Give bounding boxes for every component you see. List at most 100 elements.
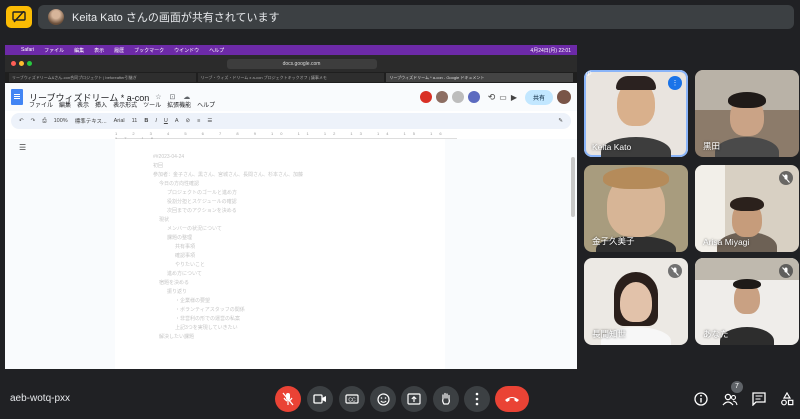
more-vert-icon [475, 392, 479, 406]
bold-icon: B [144, 118, 149, 124]
presenting-banner: Keita Kato さんの画面が共有されています [38, 5, 794, 29]
participant-hair [603, 167, 669, 189]
participant-tile[interactable]: あなた [695, 258, 799, 345]
list-icon: ☰ [207, 118, 213, 124]
participant-hair [730, 197, 764, 211]
captions-button[interactable]: CC [339, 386, 365, 412]
doc-line: 役割分担とスケジュールの確認 [167, 199, 237, 205]
doc-line: プロジェクトのゴールと進め方 [167, 190, 238, 196]
camera-toggle-button[interactable] [307, 386, 333, 412]
doc-line: 確認事項 [175, 253, 196, 259]
doc-menu-item: 拡張機能 [167, 103, 192, 109]
collaborator-avatar [451, 91, 464, 103]
doc-menu-item: 編集 [59, 103, 72, 109]
captions-icon: CC [345, 394, 359, 404]
camera-icon [313, 394, 326, 404]
mac-menu-item: ヘルプ [209, 47, 225, 54]
doc-line: 次回までのアクションを決める [167, 208, 237, 214]
align-icon: ≡ [197, 118, 201, 124]
url-bar: docs.google.com [226, 58, 377, 69]
doc-share-button: 共有 [524, 89, 553, 105]
mac-clock: 4月24日(月) 22:01 [530, 47, 571, 54]
doc-line: 進め方について [167, 271, 202, 277]
doc-scrollbar [571, 157, 575, 217]
participant-hair [728, 92, 766, 108]
zoom-select: 100% [53, 118, 68, 124]
comment-icon: ▭ [499, 92, 507, 102]
style-select: 標準テキス... [74, 119, 107, 125]
mac-menu-item: ブックマーク [134, 47, 165, 54]
activities-button[interactable] [778, 390, 796, 408]
mac-menu-item: 表示 [94, 47, 105, 54]
docs-header: リーブウィズドリーム * a-con ☆ ⊡ ☁ ファイル 編集 表示 挿入 表… [5, 83, 577, 111]
close-dot [11, 61, 16, 66]
shared-screen: Safari ファイル 編集 表示 履歴 ブックマーク ウインドウ ヘルプ 4月… [5, 45, 577, 369]
participant-name: 長間知世 [592, 329, 627, 339]
participant-tile[interactable]: 黒田 [695, 70, 799, 157]
docs-logo-icon [11, 89, 23, 105]
hand-icon [442, 392, 450, 405]
browser-tab: リーブウィズドリーム&さん-con合同プロジェクト | beforeafter引… [9, 73, 196, 82]
collaborator-avatar [419, 91, 432, 103]
participant-tile[interactable]: 金子久美子 [584, 165, 688, 252]
svg-text:CC: CC [348, 397, 356, 403]
participant-face-front [620, 282, 652, 322]
doc-line: 参加者：金子さん、黒さん、宮城さん、長間さん、杉本さん、加藤 [153, 172, 304, 178]
minimize-dot [19, 61, 24, 66]
docs-toolbar: ↶ ↷ ⎙ 100% 標準テキス... Arial 11 B I U A ⊘ ≡… [11, 113, 571, 129]
history-icon: ⟲ [487, 91, 496, 102]
browser-tab: リーブ・ウィズ・ドリーム x a-con プロジェクトキックオフ | 議事メモ [197, 73, 385, 82]
reactions-button[interactable] [370, 386, 396, 412]
doc-line: 振り返り [167, 289, 188, 295]
doc-line: 共有事項 [175, 244, 196, 250]
doc-line: 今日の方向性確認 [159, 181, 200, 187]
doc-line: ・企業様の要望 [175, 298, 211, 304]
doc-line: やりたいこと [175, 262, 206, 268]
italic-icon: I [155, 118, 157, 124]
doc-menu-item: 表示 [77, 103, 90, 109]
raise-hand-button[interactable] [433, 386, 459, 412]
mac-menu-item: ファイル [44, 47, 65, 54]
hang-up-icon [505, 397, 519, 402]
present-screen-icon [407, 393, 421, 405]
meeting-code: aeb-wotq-pxx [10, 393, 71, 404]
participant-tile[interactable]: tP ⋮ Keita Kato [584, 70, 688, 157]
doc-line: 解決したい課題 [159, 334, 195, 340]
text-color-icon: A [174, 118, 179, 124]
zoom-dot [27, 61, 32, 66]
participant-name: Arisa Miyagi [703, 237, 750, 247]
activities-icon [781, 392, 794, 406]
doc-header-right: ⟲ ▭ ▶ 共有 [419, 89, 571, 105]
doc-menu-item: ヘルプ [197, 103, 216, 109]
underline-icon: U [163, 118, 168, 124]
doc-line: メンバーの状況について [167, 226, 222, 232]
doc-menu: ファイル 編集 表示 挿入 表示形式 ツール 拡張機能 ヘルプ [29, 100, 215, 109]
mac-menu-item: 編集 [74, 47, 85, 54]
participant-name: 金子久美子 [592, 236, 635, 246]
presenter-avatar [48, 9, 64, 25]
mac-menubar: Safari ファイル 編集 表示 履歴 ブックマーク ウインドウ ヘルプ 4月… [5, 45, 577, 55]
chat-button[interactable] [750, 390, 768, 408]
doc-menu-item: 表示形式 [113, 103, 138, 109]
more-options-button[interactable] [464, 386, 490, 412]
font-select: Arial [113, 118, 125, 124]
people-button[interactable] [721, 390, 739, 408]
participant-tile[interactable]: 長間知世 [584, 258, 688, 345]
leave-call-button[interactable] [495, 386, 529, 412]
meeting-info-button[interactable] [692, 390, 710, 408]
mic-off-icon [282, 392, 294, 406]
present-button[interactable] [401, 386, 427, 412]
mic-toggle-button[interactable] [275, 386, 301, 412]
doc-menu-item: 挿入 [95, 103, 108, 109]
ruler: 1 2 3 4 5 6 7 8 9 10 11 12 13 14 15 16 1… [115, 131, 457, 141]
participant-name: 黒田 [703, 141, 721, 151]
doc-menu-item: ファイル [29, 103, 54, 109]
docs-body: ☰ ##2023-04-24 初回 参加者：金子さん、黒さん、宮城さん、長間さん、杉… [5, 139, 577, 369]
participant-tile[interactable]: Arisa Miyagi [695, 165, 799, 252]
presenting-icon[interactable] [6, 6, 32, 28]
undo-icon: ↶ [19, 118, 24, 124]
participant-name: あなた [703, 329, 729, 339]
doc-line: 初回 [153, 163, 164, 169]
participant-tag: tP [586, 72, 592, 78]
link-icon: ⊘ [185, 118, 191, 124]
